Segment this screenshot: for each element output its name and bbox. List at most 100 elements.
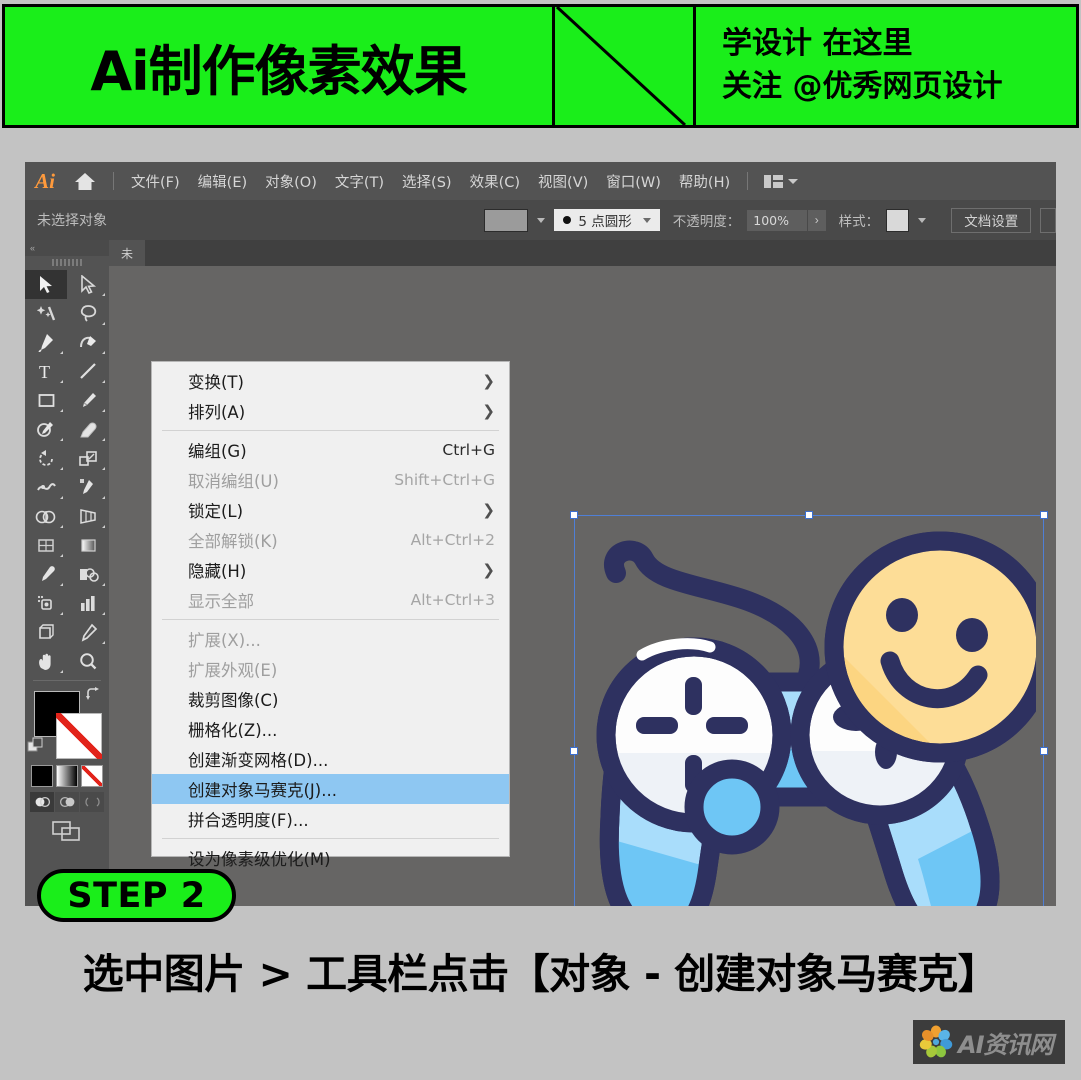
menu-item-transform[interactable]: 变换(T) ❯	[152, 366, 509, 396]
menu-item-make-pixel-perfect[interactable]: 设为像素级优化(M)	[152, 843, 509, 873]
eyedropper-tool[interactable]	[25, 560, 67, 589]
menu-item-hide[interactable]: 隐藏(H) ❯	[152, 555, 509, 585]
tools-panel-collapse[interactable]: «	[25, 240, 109, 256]
menu-item-expand-appearance[interactable]: 扩展外观(E)	[152, 654, 509, 684]
none-mode-icon[interactable]	[81, 765, 103, 787]
menu-window[interactable]: 窗口(W)	[597, 166, 670, 197]
menu-select[interactable]: 选择(S)	[393, 166, 461, 197]
arrange-documents-button[interactable]	[756, 174, 806, 188]
type-tool[interactable]: T	[25, 357, 67, 386]
stroke-color-swatch[interactable]	[56, 713, 102, 759]
opacity-input[interactable]: 100%	[747, 209, 807, 231]
magic-wand-tool[interactable]	[25, 299, 67, 328]
style-chevron-down-icon[interactable]	[918, 217, 927, 223]
submenu-arrow-icon: ❯	[482, 401, 495, 420]
selection-handle-w[interactable]	[570, 747, 578, 755]
selection-handle-ne[interactable]	[1040, 511, 1048, 519]
opacity-expand-button[interactable]: ›	[807, 209, 826, 231]
fill-chevron-down-icon[interactable]	[537, 217, 546, 223]
menu-help[interactable]: 帮助(H)	[670, 166, 739, 197]
screen-mode-row	[25, 812, 109, 848]
menu-item-create-object-mosaic[interactable]: 创建对象马赛克(J)...	[152, 774, 509, 804]
menu-view[interactable]: 视图(V)	[529, 166, 597, 197]
mesh-tool[interactable]	[25, 531, 67, 560]
tools-panel-grip[interactable]	[25, 256, 109, 268]
pen-tool[interactable]	[25, 328, 67, 357]
draw-inside-icon[interactable]	[80, 792, 104, 812]
selection-tool[interactable]	[25, 270, 67, 299]
width-tool[interactable]	[25, 473, 67, 502]
fill-stroke-controls	[25, 685, 109, 761]
menu-type[interactable]: 文字(T)	[326, 166, 393, 197]
menu-item-arrange[interactable]: 排列(A) ❯	[152, 396, 509, 426]
menu-item-label: 显示全部	[188, 592, 254, 611]
style-swatch[interactable]	[886, 208, 910, 232]
menu-edit[interactable]: 编辑(E)	[189, 166, 256, 197]
selection-handle-nw[interactable]	[570, 511, 578, 519]
menu-item-show-all[interactable]: 显示全部 Alt+Ctrl+3	[152, 585, 509, 615]
brush-definition-select[interactable]: 5 点圆形	[554, 209, 660, 231]
selection-handle-e[interactable]	[1040, 747, 1048, 755]
menu-item-crop-image[interactable]: 裁剪图像(C)	[152, 684, 509, 714]
menu-item-expand[interactable]: 扩展(X)...	[152, 624, 509, 654]
scale-tool[interactable]	[67, 444, 109, 473]
zoom-tool[interactable]	[67, 647, 109, 676]
gradient-tool[interactable]	[67, 531, 109, 560]
symbol-sprayer-tool[interactable]	[25, 589, 67, 618]
blend-tool[interactable]	[67, 560, 109, 589]
menu-object[interactable]: 对象(O)	[256, 165, 326, 197]
screen-mode-icon[interactable]	[51, 819, 83, 848]
shaper-tool[interactable]	[25, 415, 67, 444]
line-segment-tool[interactable]	[67, 357, 109, 386]
menu-item-lock[interactable]: 锁定(L) ❯	[152, 495, 509, 525]
artwork-container[interactable]	[570, 511, 1048, 906]
menu-item-unlock-all[interactable]: 全部解锁(K) Alt+Ctrl+2	[152, 525, 509, 555]
rotate-tool[interactable]	[25, 444, 67, 473]
gradient-mode-icon[interactable]	[56, 765, 78, 787]
perspective-grid-tool[interactable]	[67, 502, 109, 531]
default-fill-stroke-icon[interactable]	[27, 737, 44, 759]
menu-effect[interactable]: 效果(C)	[461, 166, 529, 197]
submenu-arrow-icon: ❯	[482, 560, 495, 579]
menu-item-rasterize[interactable]: 栅格化(Z)...	[152, 714, 509, 744]
home-icon[interactable]	[65, 162, 105, 200]
menubar-separator-2	[747, 172, 749, 190]
menu-item-flatten-transparency[interactable]: 拼合透明度(F)...	[152, 804, 509, 834]
banner-title: Ai制作像素效果	[90, 39, 467, 103]
shape-builder-tool[interactable]	[25, 502, 67, 531]
draw-behind-icon[interactable]	[55, 792, 79, 812]
draw-normal-icon[interactable]	[30, 792, 54, 812]
curvature-tool[interactable]	[67, 328, 109, 357]
artboard-tool[interactable]	[25, 618, 67, 647]
banner-diagonal-box	[555, 4, 693, 128]
swap-fill-stroke-icon[interactable]	[86, 687, 101, 706]
color-mode-icon[interactable]	[31, 765, 53, 787]
banner-promo-line1: 学设计 在这里	[722, 26, 913, 62]
diagonal-slash-icon	[555, 7, 687, 125]
slice-tool[interactable]	[67, 618, 109, 647]
selection-handle-n[interactable]	[805, 511, 813, 519]
menu-item-create-gradient-mesh[interactable]: 创建渐变网格(D)...	[152, 744, 509, 774]
fill-swatch[interactable]	[484, 208, 529, 232]
menu-item-label: 拼合透明度(F)...	[188, 811, 309, 830]
lasso-tool[interactable]	[67, 299, 109, 328]
column-graph-tool[interactable]	[67, 589, 109, 618]
menu-item-group[interactable]: 编组(G) Ctrl+G	[152, 435, 509, 465]
direct-selection-tool[interactable]	[67, 270, 109, 299]
object-dropdown-menu[interactable]: 变换(T) ❯ 排列(A) ❯ 编组(G) Ctrl+G 取消编组(U) Shi…	[151, 361, 510, 869]
document-setup-button[interactable]: 文档设置	[951, 207, 1032, 233]
menu-item-ungroup[interactable]: 取消编组(U) Shift+Ctrl+G	[152, 465, 509, 495]
rectangle-tool[interactable]	[25, 386, 67, 415]
submenu-arrow-icon: ❯	[482, 500, 495, 519]
eraser-tool[interactable]	[67, 415, 109, 444]
brush-dot-icon	[563, 216, 572, 224]
control-bar-overflow-button[interactable]	[1040, 207, 1056, 233]
submenu-arrow-icon: ❯	[482, 371, 495, 390]
hand-tool[interactable]	[25, 647, 67, 676]
document-tab[interactable]: 未	[109, 240, 146, 266]
arrange-documents-icon	[764, 174, 784, 188]
free-transform-tool[interactable]	[67, 473, 109, 502]
tools-divider	[33, 680, 101, 681]
paintbrush-tool[interactable]	[67, 386, 109, 415]
menu-file[interactable]: 文件(F)	[122, 166, 189, 197]
